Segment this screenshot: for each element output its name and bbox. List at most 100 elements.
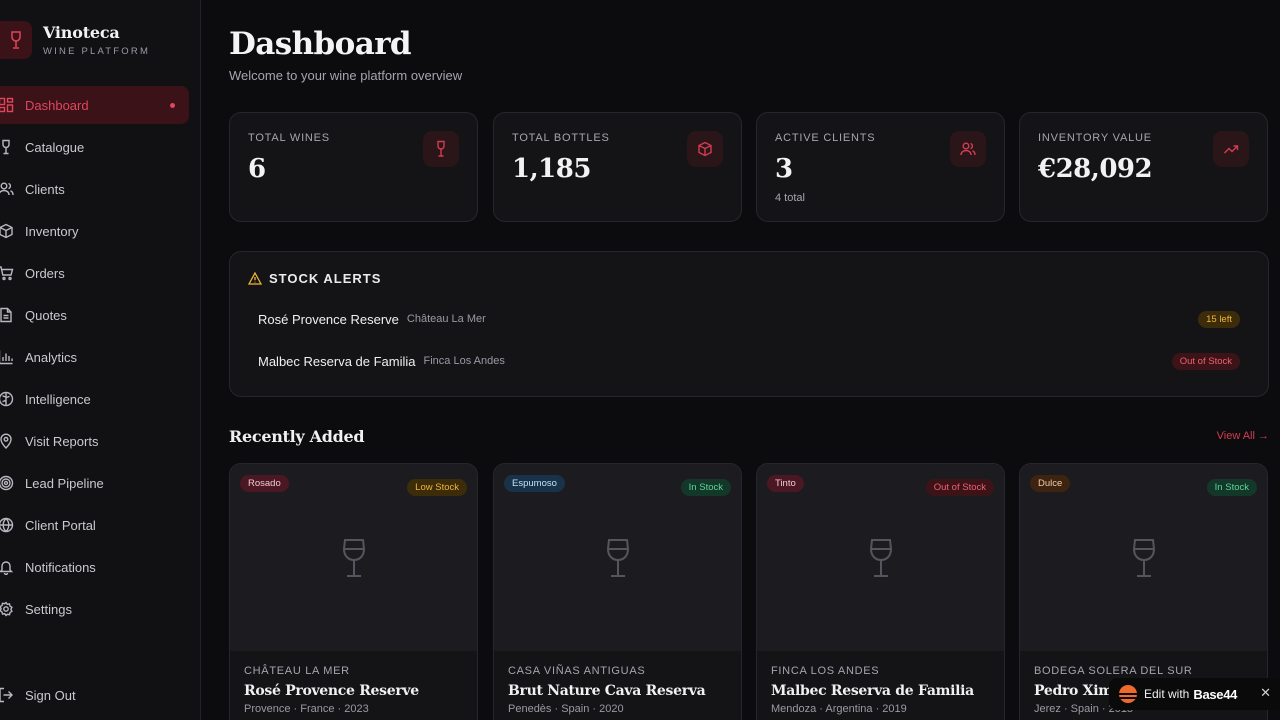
stock-alerts-panel: STOCK ALERTS Rosé Provence Reserve Châte…	[229, 251, 1269, 397]
wine-name: Brut Nature Cava Reserva	[508, 683, 706, 699]
wine-name: Malbec Reserva de Familia	[771, 683, 974, 699]
sidebar-item-label: Clients	[25, 181, 65, 197]
cart-icon	[0, 265, 14, 281]
sidebar-item-intelligence[interactable]: Intelligence	[0, 380, 189, 418]
stock-alert-row[interactable]: Malbec Reserva de Familia Finca Los Ande…	[258, 351, 1240, 371]
sidebar-item-quotes[interactable]: Quotes	[0, 296, 189, 334]
app-root: Vinoteca WINE PLATFORM Dashboard Catalog…	[0, 0, 1280, 720]
stock-alert-row[interactable]: Rosé Provence Reserve Château La Mer 15 …	[258, 309, 1240, 329]
wine-type-badge: Rosado	[240, 475, 289, 492]
warning-icon	[248, 272, 262, 285]
gear-icon	[0, 601, 14, 617]
trending-up-icon	[1213, 131, 1249, 167]
alert-wine-name: Malbec Reserva de Familia	[258, 353, 416, 369]
wine-producer: BODEGA SOLERA DEL SUR	[1034, 665, 1193, 677]
edit-with-base44-badge[interactable]: Edit with Base44 ✕	[1109, 678, 1280, 710]
brain-icon	[0, 391, 14, 407]
stat-value: 6	[248, 154, 266, 184]
brand-subtitle: WINE PLATFORM	[43, 46, 151, 57]
wine-glass-icon	[423, 131, 459, 167]
recently-added-title: Recently Added	[229, 427, 365, 446]
alert-producer: Château La Mer	[406, 313, 486, 325]
stats-row: TOTAL WINES 6 TOTAL BOTTLES 1,185 ACTIVE…	[229, 112, 1269, 222]
wine-glass-icon	[868, 538, 894, 578]
page-subtitle: Welcome to your wine platform overview	[229, 68, 463, 83]
close-icon[interactable]: ✕	[1260, 685, 1271, 701]
sidebar-item-visit-reports[interactable]: Visit Reports	[0, 422, 189, 460]
edit-with-label: Edit with	[1144, 687, 1190, 701]
sidebar-item-settings[interactable]: Settings	[0, 590, 189, 628]
wine-type-badge: Dulce	[1030, 475, 1071, 492]
globe-icon	[0, 517, 14, 533]
sidebar-item-dashboard[interactable]: Dashboard	[0, 86, 189, 124]
stat-value: €28,092	[1038, 154, 1153, 184]
box-icon	[0, 223, 14, 239]
wine-producer: FINCA LOS ANDES	[771, 665, 880, 677]
wine-producer: CASA VIÑAS ANTIGUAS	[508, 665, 646, 677]
sidebar-item-label: Intelligence	[25, 391, 91, 407]
sidebar-item-label: Quotes	[25, 307, 67, 323]
stock-status-badge: Low Stock	[407, 479, 467, 496]
stat-note: 4 total	[775, 192, 805, 204]
sign-out-button[interactable]: Sign Out	[0, 676, 189, 714]
stat-label: TOTAL WINES	[248, 132, 330, 144]
wine-glass-icon	[341, 538, 367, 578]
wine-glass-icon	[605, 538, 631, 578]
stat-label: ACTIVE CLIENTS	[775, 132, 876, 144]
brand-name: Vinoteca	[43, 23, 120, 42]
wine-type-badge: Espumoso	[504, 475, 565, 492]
sidebar-item-label: Client Portal	[25, 517, 96, 533]
stat-card-inventory-value: INVENTORY VALUE €28,092	[1019, 112, 1268, 222]
sidebar-item-client-portal[interactable]: Client Portal	[0, 506, 189, 544]
sidebar: Vinoteca WINE PLATFORM Dashboard Catalog…	[0, 0, 201, 720]
sidebar-item-clients[interactable]: Clients	[0, 170, 189, 208]
sidebar-nav: Dashboard Catalogue Clients Inventory Or…	[0, 86, 189, 632]
wine-name: Rosé Provence Reserve	[244, 683, 419, 699]
sidebar-item-label: Lead Pipeline	[25, 475, 104, 491]
stat-card-total-wines: TOTAL WINES 6	[229, 112, 478, 222]
wine-card[interactable]: Espumoso In Stock CASA VIÑAS ANTIGUAS Br…	[493, 463, 742, 720]
base44-brand: Base44	[1193, 686, 1238, 702]
sidebar-item-lead-pipeline[interactable]: Lead Pipeline	[0, 464, 189, 502]
wine-card[interactable]: Rosado Low Stock CHÂTEAU LA MER Rosé Pro…	[229, 463, 478, 720]
sidebar-item-notifications[interactable]: Notifications	[0, 548, 189, 586]
bar-chart-icon	[0, 349, 14, 365]
stat-value: 1,185	[512, 154, 591, 184]
stat-label: INVENTORY VALUE	[1038, 132, 1152, 144]
stat-card-active-clients: ACTIVE CLIENTS 3 4 total	[756, 112, 1005, 222]
sidebar-item-label: Notifications	[25, 559, 96, 575]
wine-glass-icon	[1131, 538, 1157, 578]
users-icon	[0, 181, 14, 197]
wine-type-badge: Tinto	[767, 475, 804, 492]
bell-icon	[0, 559, 14, 575]
target-icon	[0, 475, 14, 491]
wine-glass-icon	[0, 139, 14, 155]
sidebar-item-label: Orders	[25, 265, 65, 281]
wine-producer: CHÂTEAU LA MER	[244, 665, 350, 677]
out-of-stock-badge: Out of Stock	[1171, 352, 1240, 370]
wine-meta: Penedès · Spain · 2020	[508, 703, 624, 715]
document-icon	[0, 307, 14, 323]
stat-card-total-bottles: TOTAL BOTTLES 1,185	[493, 112, 742, 222]
page-title: Dashboard	[229, 26, 412, 62]
sidebar-item-analytics[interactable]: Analytics	[0, 338, 189, 376]
wine-meta: Provence · France · 2023	[244, 703, 369, 715]
sidebar-item-orders[interactable]: Orders	[0, 254, 189, 292]
sidebar-item-inventory[interactable]: Inventory	[0, 212, 189, 250]
wine-card[interactable]: Tinto Out of Stock FINCA LOS ANDES Malbe…	[756, 463, 1005, 720]
log-out-icon	[0, 687, 14, 703]
stock-status-badge: In Stock	[680, 479, 731, 496]
box-icon	[687, 131, 723, 167]
stat-value: 3	[775, 154, 793, 184]
sidebar-item-catalogue[interactable]: Catalogue	[0, 128, 189, 166]
sidebar-item-label: Inventory	[25, 223, 79, 239]
sign-out-label: Sign Out	[25, 687, 76, 703]
sidebar-item-label: Catalogue	[25, 139, 85, 155]
wine-meta: Mendoza · Argentina · 2019	[771, 703, 907, 715]
grid-icon	[0, 97, 14, 113]
stock-alerts-title: STOCK ALERTS	[269, 271, 382, 286]
active-indicator	[170, 103, 175, 108]
view-all-link[interactable]: View All →	[1217, 430, 1269, 442]
stock-status-badge: Out of Stock	[925, 479, 994, 496]
brand: Vinoteca WINE PLATFORM	[0, 21, 150, 59]
